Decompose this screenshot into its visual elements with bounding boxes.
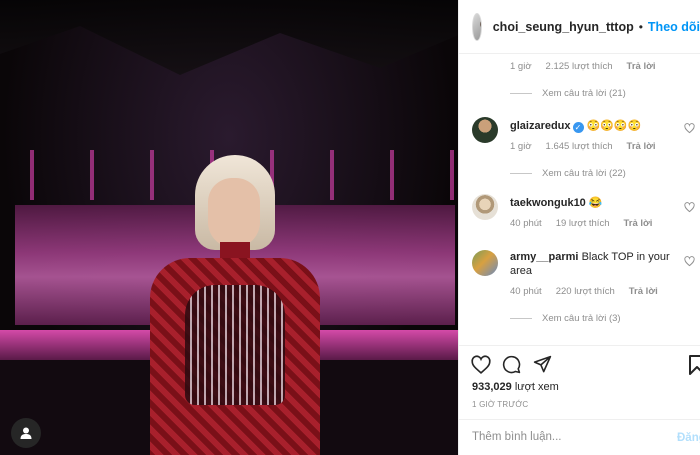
comment-time[interactable]: 40 phút: [510, 286, 542, 297]
comment-item: army__parmi Black TOP in your area 40 ph…: [459, 248, 700, 324]
commenter-avatar[interactable]: [472, 117, 498, 143]
view-replies-label: Xem câu trả lời (22): [542, 168, 626, 179]
post-timestamp[interactable]: 1 GIỜ TRƯỚC: [472, 400, 528, 409]
commenter-avatar[interactable]: [472, 194, 498, 220]
comment-time[interactable]: 40 phút: [510, 218, 542, 229]
view-count[interactable]: 933,029 lượt xem: [472, 381, 559, 393]
commenter-username[interactable]: glaizaredux: [510, 120, 571, 132]
divider-line: [510, 318, 532, 319]
add-comment-input[interactable]: [472, 431, 642, 443]
comment-item: 1 giờ 2.125 lượt thích Trả lời Xem câu t…: [459, 61, 700, 99]
stage-canopy: [0, 0, 458, 75]
post-comment-button[interactable]: Đăng: [677, 432, 700, 444]
view-replies-button[interactable]: Xem câu trả lời (21): [459, 88, 700, 99]
view-replies-button[interactable]: Xem câu trả lời (22): [459, 168, 700, 179]
comment-likes[interactable]: 1.645 lượt thích: [546, 141, 613, 152]
comment-time[interactable]: 1 giờ: [510, 61, 532, 72]
share-send-icon[interactable]: [533, 355, 552, 374]
comment-text: taekwonguk10 😂: [510, 196, 679, 210]
tagged-user-button[interactable]: [11, 418, 41, 448]
author-avatar[interactable]: [472, 12, 482, 41]
view-replies-button[interactable]: Xem câu trả lời (3): [459, 313, 700, 324]
comment-text: glaizaredux ✓ 😳😳😳😳: [510, 119, 679, 133]
commenter-username[interactable]: taekwonguk10: [510, 197, 586, 209]
commenter-avatar[interactable]: [472, 250, 498, 276]
reply-button[interactable]: Trả lời: [623, 218, 652, 229]
performer: [140, 150, 330, 455]
post-video[interactable]: [0, 0, 458, 455]
comment-item: taekwonguk10 😂 40 phút 19 lượt thích Trả…: [459, 194, 700, 229]
comment-time[interactable]: 1 giờ: [510, 141, 532, 152]
divider-line: [510, 93, 532, 94]
post-side-panel: choi_seung_hyun_tttop • Theo dõi 1 giờ 2…: [458, 0, 700, 455]
comment-meta: 1 giờ 2.125 lượt thích Trả lời: [459, 61, 700, 72]
header-separator: •: [638, 19, 643, 34]
user-icon: [20, 427, 32, 439]
comment-item: glaizaredux ✓ 😳😳😳😳 1 giờ 1.645 lượt thích …: [459, 117, 700, 179]
reply-button[interactable]: Trả lời: [627, 61, 656, 72]
view-replies-label: Xem câu trả lời (21): [542, 88, 626, 99]
reply-button[interactable]: Trả lời: [629, 286, 658, 297]
comment-meta: 40 phút 19 lượt thích Trả lời: [459, 218, 700, 229]
heart-icon[interactable]: [684, 202, 695, 213]
performer-face: [208, 178, 260, 248]
view-count-label: lượt xem: [514, 381, 559, 393]
reply-button[interactable]: Trả lời: [627, 141, 656, 152]
comment-meta: 40 phút 220 lượt thích Trả lời: [459, 286, 700, 297]
performer-bodice: [185, 285, 285, 405]
comment-likes[interactable]: 220 lượt thích: [556, 286, 615, 297]
like-heart-icon[interactable]: [471, 355, 491, 374]
comment-bubble-icon[interactable]: [502, 355, 521, 374]
divider-line: [510, 173, 532, 174]
heart-icon[interactable]: [684, 123, 695, 134]
comments-list[interactable]: 1 giờ 2.125 lượt thích Trả lời Xem câu t…: [459, 55, 700, 345]
post-actions: [459, 345, 700, 381]
follow-button[interactable]: Theo dõi: [648, 20, 700, 34]
add-comment-bar: Đăng: [459, 419, 700, 455]
save-bookmark-icon[interactable]: [689, 355, 700, 375]
verified-badge-icon: ✓: [572, 122, 584, 133]
commenter-username[interactable]: army__parmi: [510, 251, 579, 263]
post-header: choi_seung_hyun_tttop • Theo dõi: [459, 0, 700, 54]
comment-text: army__parmi Black TOP in your area: [510, 250, 679, 278]
view-count-number: 933,029: [472, 381, 512, 393]
comment-body: 😳😳😳😳: [586, 120, 642, 132]
comment-meta: 1 giờ 1.645 lượt thích Trả lời: [459, 141, 700, 152]
comment-body: 😂: [588, 197, 603, 209]
view-replies-label: Xem câu trả lời (3): [542, 313, 621, 324]
comment-likes[interactable]: 19 lượt thích: [556, 218, 610, 229]
author-username[interactable]: choi_seung_hyun_tttop: [493, 20, 634, 34]
heart-icon[interactable]: [684, 256, 695, 267]
comment-likes[interactable]: 2.125 lượt thích: [546, 61, 613, 72]
